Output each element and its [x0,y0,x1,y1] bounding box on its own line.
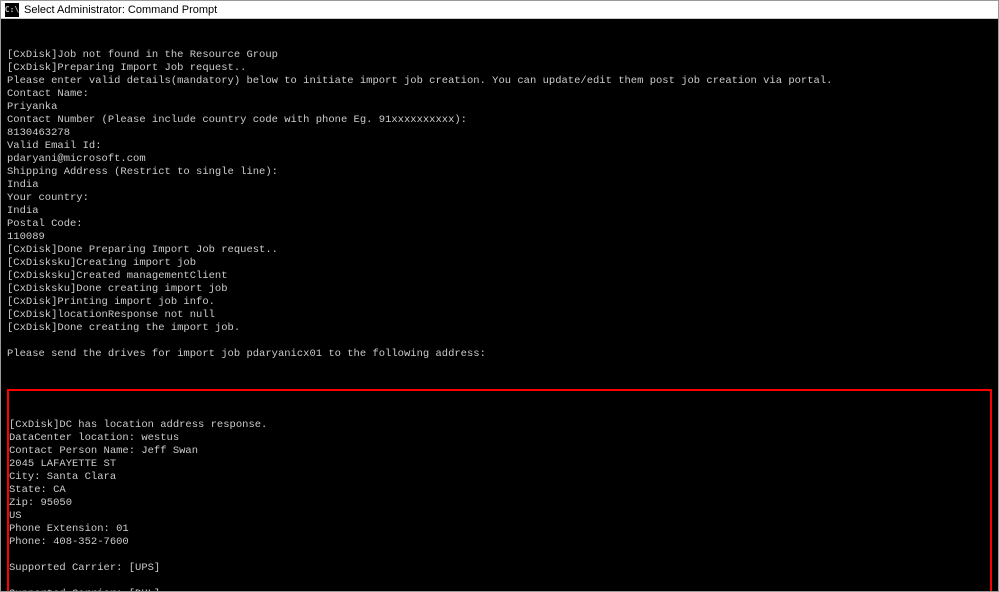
terminal-line: Supported Carrier: [UPS] [9,562,990,575]
window-title: Select Administrator: Command Prompt [24,4,217,16]
terminal-line: Please send the drives for import job pd… [7,348,992,361]
terminal-line: [CxDisk]Printing import job info. [7,296,992,309]
terminal-line: Please enter valid details(mandatory) be… [7,75,992,88]
highlighted-section: [CxDisk]DC has location address response… [7,389,992,591]
terminal-line: US [9,510,990,523]
title-bar[interactable]: C:\ Select Administrator: Command Prompt [1,1,998,19]
terminal-line: Contact Name: [7,88,992,101]
terminal-line: [CxDisksku]Created managementClient [7,270,992,283]
terminal-line: [CxDisksku]Done creating import job [7,283,992,296]
terminal-line: pdaryani@microsoft.com [7,153,992,166]
terminal-lines-box: [CxDisk]DC has location address response… [9,419,990,591]
terminal-line: 2045 LAFAYETTE ST [9,458,990,471]
terminal-line: 8130463278 [7,127,992,140]
terminal-line: Zip: 95050 [9,497,990,510]
terminal-line: [CxDisk]DC has location address response… [9,419,990,432]
cmd-icon-text: C:\ [5,5,19,14]
terminal-line: Valid Email Id: [7,140,992,153]
terminal-output[interactable]: [CxDisk]Job not found in the Resource Gr… [1,19,998,591]
terminal-line: City: Santa Clara [9,471,990,484]
terminal-line: India [7,179,992,192]
terminal-line: [CxDisk]Job not found in the Resource Gr… [7,49,992,62]
terminal-lines-before: [CxDisk]Job not found in the Resource Gr… [7,49,992,361]
terminal-line: [CxDisk]Preparing Import Job request.. [7,62,992,75]
terminal-line: Contact Number (Please include country c… [7,114,992,127]
terminal-line: Supported Carrier: [DHL] [9,588,990,591]
window-frame: C:\ Select Administrator: Command Prompt… [0,0,999,592]
terminal-line: [CxDisk]Done creating the import job. [7,322,992,335]
terminal-line: Phone Extension: 01 [9,523,990,536]
cmd-icon: C:\ [5,3,19,17]
terminal-line [9,549,990,562]
terminal-line: Priyanka [7,101,992,114]
terminal-line: [CxDisk]Done Preparing Import Job reques… [7,244,992,257]
terminal-line: [CxDisksku]Creating import job [7,257,992,270]
terminal-line: State: CA [9,484,990,497]
terminal-line: Postal Code: [7,218,992,231]
terminal-line [9,575,990,588]
terminal-line: Your country: [7,192,992,205]
terminal-line: Shipping Address (Restrict to single lin… [7,166,992,179]
terminal-line: [CxDisk]locationResponse not null [7,309,992,322]
terminal-line: 110089 [7,231,992,244]
terminal-line: Contact Person Name: Jeff Swan [9,445,990,458]
terminal-line: Phone: 408-352-7600 [9,536,990,549]
terminal-line: DataCenter location: westus [9,432,990,445]
terminal-line: India [7,205,992,218]
terminal-line [7,335,992,348]
